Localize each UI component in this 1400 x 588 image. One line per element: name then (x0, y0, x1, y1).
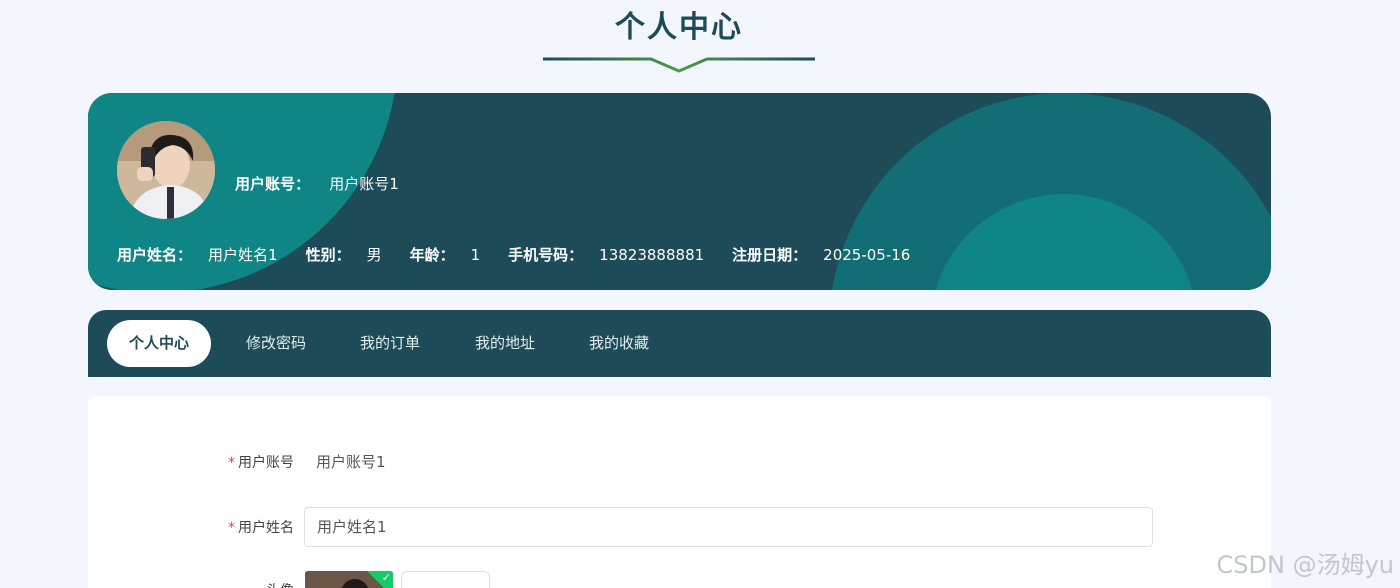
account-field-label: * 用户账号 (224, 452, 294, 472)
profile-phone-label: 手机号码： (508, 246, 584, 264)
tab-my-orders[interactable]: 我的订单 (342, 320, 438, 367)
profile-age-value: 1 (470, 245, 481, 264)
profile-account-row: 用户账号： 用户账号1 (235, 173, 399, 194)
name-input[interactable]: 用户姓名1 (304, 507, 1153, 547)
profile-account-value: 用户账号1 (329, 175, 399, 193)
profile-form: *用户账号 用户账号1 *用户姓名 用户姓名1 头像 ✓ (88, 396, 1271, 588)
watermark: CSDN @汤姆yu (1216, 551, 1394, 579)
profile-name-value: 用户姓名1 (208, 246, 278, 264)
name-field-label-text: 用户姓名 (238, 520, 294, 536)
profile-age-label: 年龄： (409, 246, 455, 264)
profile-tabs: 个人中心 修改密码 我的订单 我的地址 我的收藏 (88, 310, 1271, 377)
avatar-upload-button[interactable] (401, 571, 490, 588)
avatar-field-label: 头像 (224, 580, 294, 588)
profile-phone-value: 13823888881 (599, 245, 705, 264)
profile-card: 用户账号： 用户账号1 用户姓名： 用户姓名1 性别： 男 年龄： 1 手机号码… (88, 93, 1271, 290)
avatar (117, 121, 215, 219)
page-title: 个人中心 (615, 10, 743, 45)
profile-register-label: 注册日期： (732, 246, 808, 264)
profile-name-label: 用户姓名： (117, 246, 193, 264)
tab-profile-center[interactable]: 个人中心 (107, 320, 211, 367)
profile-gender-value: 男 (366, 246, 382, 264)
tab-change-password[interactable]: 修改密码 (228, 320, 324, 367)
profile-info-row: 用户姓名： 用户姓名1 性别： 男 年龄： 1 手机号码： 1382388888… (117, 244, 938, 265)
profile-register-value: 2025-05-16 (823, 245, 911, 264)
profile-gender-label: 性别： (305, 246, 351, 264)
check-icon: ✓ (381, 571, 391, 584)
avatar-upload-thumbnail[interactable]: ✓ (305, 571, 393, 588)
tab-my-address[interactable]: 我的地址 (457, 320, 553, 367)
page: 个人中心 用户账号： 用户账号1 用户姓名： 用户姓名1 性别： 男 年龄： 1… (0, 0, 1400, 588)
profile-account-label: 用户账号： (235, 175, 311, 193)
title-underline-decoration (543, 57, 815, 73)
account-field-value: 用户账号1 (316, 453, 386, 471)
account-field-label-text: 用户账号 (238, 455, 294, 471)
avatar-image (117, 121, 215, 219)
name-field-label: * 用户姓名 (224, 517, 294, 537)
required-asterisk: * (228, 520, 235, 536)
required-asterisk: * (228, 455, 235, 471)
tab-my-favorites[interactable]: 我的收藏 (571, 320, 667, 367)
